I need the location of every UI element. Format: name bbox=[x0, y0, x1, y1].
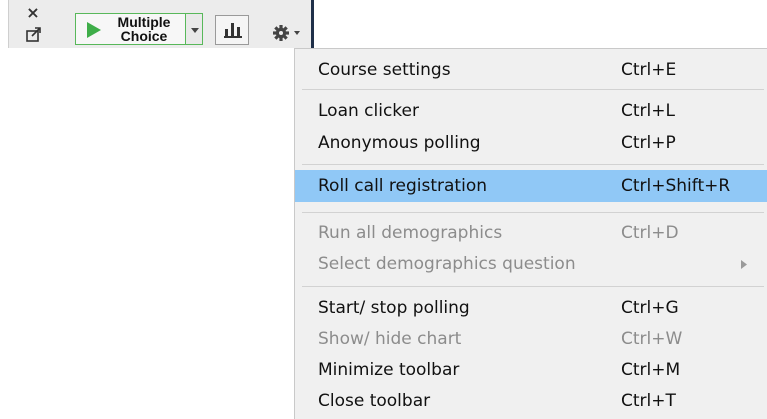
menu-item-label: Roll call registration bbox=[318, 176, 487, 196]
menu-item-start-stop-polling[interactable]: Start/ stop polling Ctrl+G bbox=[295, 292, 767, 324]
menu-item-shortcut: Ctrl+M bbox=[621, 360, 681, 380]
menu-item-shortcut: Ctrl+G bbox=[621, 298, 679, 318]
menu-item-label: Start/ stop polling bbox=[318, 298, 470, 318]
bar-chart-icon bbox=[224, 23, 242, 38]
settings-dropdown-menu: Course settings Ctrl+E Loan clicker Ctrl… bbox=[294, 48, 767, 419]
menu-separator bbox=[302, 89, 764, 90]
menu-item-shortcut: Ctrl+L bbox=[621, 101, 675, 121]
menu-item-shortcut: Ctrl+Shift+R bbox=[621, 176, 731, 196]
chevron-down-icon bbox=[191, 28, 199, 33]
menu-item-course-settings[interactable]: Course settings Ctrl+E bbox=[295, 54, 767, 86]
menu-item-minimize-toolbar[interactable]: Minimize toolbar Ctrl+M bbox=[295, 354, 767, 386]
menu-item-loan-clicker[interactable]: Loan clicker Ctrl+L bbox=[295, 95, 767, 127]
menu-item-shortcut: Ctrl+W bbox=[621, 329, 683, 349]
close-icon[interactable]: × bbox=[26, 5, 40, 21]
toolbar-border bbox=[311, 0, 314, 48]
menu-item-label: Close toolbar bbox=[318, 391, 431, 411]
menu-item-shortcut: Ctrl+D bbox=[621, 223, 679, 243]
toolbar: × Multiple Choice bbox=[8, 0, 311, 48]
multiple-choice-button[interactable]: Multiple Choice bbox=[75, 13, 189, 45]
menu-item-run-all-demographics[interactable]: Run all demographics Ctrl+D bbox=[295, 217, 767, 249]
menu-item-select-demographics-question[interactable]: Select demographics question bbox=[295, 248, 767, 280]
gear-icon bbox=[273, 25, 300, 41]
menu-item-shortcut: Ctrl+P bbox=[621, 133, 676, 153]
menu-item-label: Minimize toolbar bbox=[318, 360, 460, 380]
menu-item-shortcut: Ctrl+T bbox=[621, 391, 676, 411]
menu-item-roll-call-registration[interactable]: Roll call registration Ctrl+Shift+R bbox=[295, 170, 767, 202]
menu-item-label: Show/ hide chart bbox=[318, 329, 462, 349]
menu-separator bbox=[302, 212, 764, 213]
menu-item-close-toolbar[interactable]: Close toolbar Ctrl+T bbox=[295, 385, 767, 417]
play-icon bbox=[87, 22, 101, 38]
chart-button[interactable] bbox=[215, 15, 249, 45]
menu-item-label: Run all demographics bbox=[318, 223, 503, 243]
multiple-choice-label: Multiple Choice bbox=[117, 14, 171, 44]
chevron-right-icon bbox=[741, 260, 747, 269]
menu-item-label: Course settings bbox=[318, 60, 451, 80]
menu-separator bbox=[302, 286, 764, 287]
menu-item-show-hide-chart[interactable]: Show/ hide chart Ctrl+W bbox=[295, 323, 767, 355]
menu-separator bbox=[302, 164, 764, 165]
question-type-dropdown[interactable] bbox=[185, 13, 203, 45]
settings-menu-button[interactable] bbox=[272, 22, 308, 44]
menu-item-anonymous-polling[interactable]: Anonymous polling Ctrl+P bbox=[295, 127, 767, 159]
undock-icon[interactable] bbox=[25, 27, 42, 42]
menu-item-shortcut: Ctrl+E bbox=[621, 60, 677, 80]
menu-item-label: Loan clicker bbox=[318, 101, 419, 121]
menu-item-label: Select demographics question bbox=[318, 254, 576, 274]
menu-item-label: Anonymous polling bbox=[318, 133, 481, 153]
